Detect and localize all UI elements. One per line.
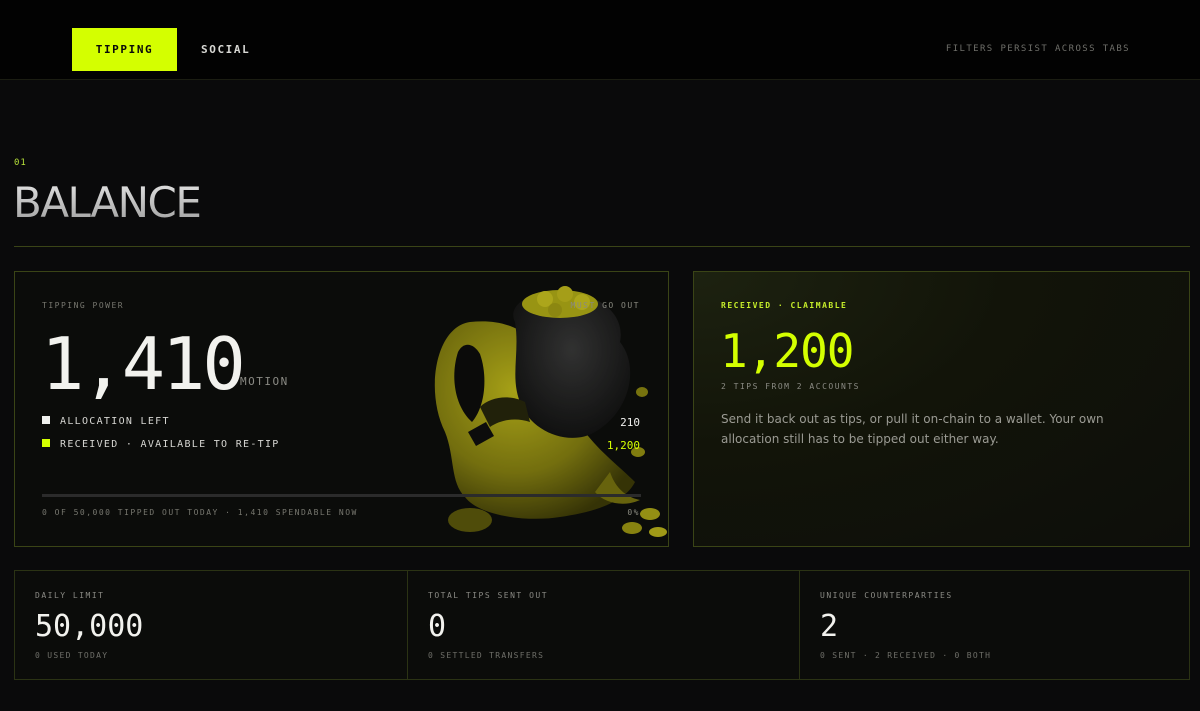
received-description: Send it back out as tips, or pull it on-… xyxy=(721,412,1104,446)
received-amount: 1,200 xyxy=(720,324,854,378)
tab-social[interactable]: SOCIAL xyxy=(201,28,250,71)
stat-sub: 0 SENT · 2 RECEIVED · 0 BOTH xyxy=(820,651,992,660)
tipped-progress-bar xyxy=(42,494,641,497)
stat-label: DAILY LIMIT xyxy=(35,591,105,600)
swatch-white-icon xyxy=(42,416,50,424)
stat-label: TOTAL TIPS SENT OUT xyxy=(428,591,549,600)
tipping-power-unit: MOTION xyxy=(240,375,289,388)
allocation-left-value: 210 xyxy=(620,416,640,429)
stats-row: DAILY LIMIT 50,000 0 USED TODAY TOTAL TI… xyxy=(14,570,1190,680)
received-value: 1,200 xyxy=(606,439,640,452)
stat-daily-limit: DAILY LIMIT 50,000 0 USED TODAY xyxy=(15,571,407,679)
section-number: 01 xyxy=(14,158,27,168)
legend-label: RECEIVED · AVAILABLE TO RE-TIP xyxy=(60,439,280,450)
stat-label: UNIQUE COUNTERPARTIES xyxy=(820,591,953,600)
must-go-out-badge: MUST GO OUT xyxy=(570,301,640,310)
received-tips-count: 2 TIPS FROM 2 ACCOUNTS xyxy=(721,382,860,391)
legend-received: RECEIVED · AVAILABLE TO RE-TIP xyxy=(42,439,280,450)
tipped-summary: 0 OF 50,000 TIPPED OUT TODAY · 1,410 SPE… xyxy=(42,508,358,517)
stat-value: 2 xyxy=(820,609,839,644)
section-divider xyxy=(14,246,1190,247)
stat-sub: 0 SETTLED TRANSFERS xyxy=(428,651,545,660)
stat-value: 0 xyxy=(428,609,447,644)
tipped-percent: 0% xyxy=(627,508,640,517)
received-label: RECEIVED · CLAIMABLE xyxy=(721,301,848,310)
stat-unique-counterparties: UNIQUE COUNTERPARTIES 2 0 SENT · 2 RECEI… xyxy=(799,571,1191,679)
stat-sub: 0 USED TODAY xyxy=(35,651,109,660)
received-claimable-card: RECEIVED · CLAIMABLE 1,200 2 TIPS FROM 2… xyxy=(693,271,1190,547)
swatch-lime-icon xyxy=(42,439,50,447)
top-nav: TIPPING SOCIAL FILTERS PERSIST ACROSS TA… xyxy=(0,0,1200,80)
tipping-power-label: TIPPING POWER xyxy=(42,301,125,310)
filters-note: FILTERS PERSIST ACROSS TABS xyxy=(945,44,1130,54)
legend-allocation-left: ALLOCATION LEFT xyxy=(42,416,170,427)
stat-value: 50,000 xyxy=(35,609,144,644)
legend-label: ALLOCATION LEFT xyxy=(60,416,170,427)
tab-tipping[interactable]: TIPPING xyxy=(72,28,177,71)
tipping-power-value: 1,410 xyxy=(41,322,246,406)
section-title: BALANCE xyxy=(13,178,202,227)
stat-total-tips-sent: TOTAL TIPS SENT OUT 0 0 SETTLED TRANSFER… xyxy=(407,571,799,679)
tipping-power-card: TIPPING POWER MUST GO OUT 1,410 MOTION A… xyxy=(14,271,669,547)
